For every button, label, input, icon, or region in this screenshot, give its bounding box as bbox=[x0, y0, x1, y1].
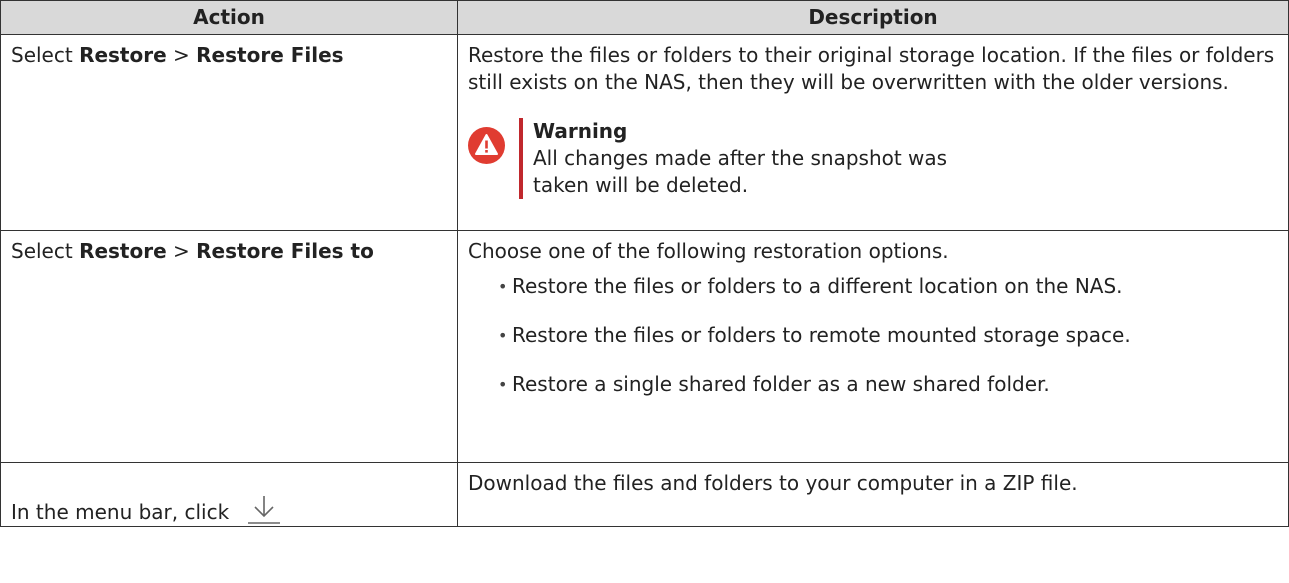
warning-body: Warning All changes made after the snaps… bbox=[519, 118, 953, 199]
action-command: Restore Files to bbox=[196, 239, 374, 263]
download-icon[interactable] bbox=[244, 492, 284, 528]
description-text: Restore the files or folders to their or… bbox=[468, 43, 1275, 94]
options-list: Restore the files or folders to a differ… bbox=[468, 273, 1278, 398]
action-menu: Restore bbox=[79, 239, 167, 263]
description-cell: Restore the files or folders to their or… bbox=[457, 34, 1289, 231]
list-item: Restore the files or folders to a differ… bbox=[498, 273, 1278, 300]
list-item: Restore a single shared folder as a new … bbox=[498, 371, 1278, 398]
header-description: Description bbox=[457, 0, 1289, 35]
table-row: Select Restore > Restore Files Restore t… bbox=[0, 34, 1289, 231]
action-separator: > bbox=[166, 43, 197, 67]
action-text: In the menu bar, click bbox=[11, 500, 230, 524]
action-prefix: Select bbox=[11, 239, 80, 263]
action-cell: In the menu bar, click bbox=[0, 462, 458, 528]
description-cell: Choose one of the following restoration … bbox=[457, 230, 1289, 463]
action-separator: > bbox=[166, 239, 197, 263]
warning-icon bbox=[468, 127, 505, 164]
warning-note: Warning All changes made after the snaps… bbox=[468, 118, 1278, 199]
table-row: Select Restore > Restore Files to Choose… bbox=[0, 230, 1289, 463]
list-item: Restore the files or folders to remote m… bbox=[498, 322, 1278, 349]
action-cell: Select Restore > Restore Files to bbox=[0, 230, 458, 463]
action-cell: Select Restore > Restore Files bbox=[0, 34, 458, 231]
warning-text: All changes made after the snapshot was … bbox=[533, 146, 948, 197]
table-header-row: Action Description bbox=[0, 0, 1289, 35]
description-text: Download the files and folders to your c… bbox=[468, 471, 1078, 495]
action-command: Restore Files bbox=[196, 43, 344, 67]
action-prefix: Select bbox=[11, 43, 80, 67]
description-text: Choose one of the following restoration … bbox=[468, 239, 949, 263]
action-description-table: Action Description Select Restore > Rest… bbox=[0, 0, 1289, 527]
table-row: In the menu bar, click Download the file… bbox=[0, 462, 1289, 528]
description-cell: Download the files and folders to your c… bbox=[457, 462, 1289, 527]
warning-title: Warning bbox=[533, 119, 628, 143]
action-menu: Restore bbox=[79, 43, 167, 67]
header-action: Action bbox=[0, 0, 458, 35]
